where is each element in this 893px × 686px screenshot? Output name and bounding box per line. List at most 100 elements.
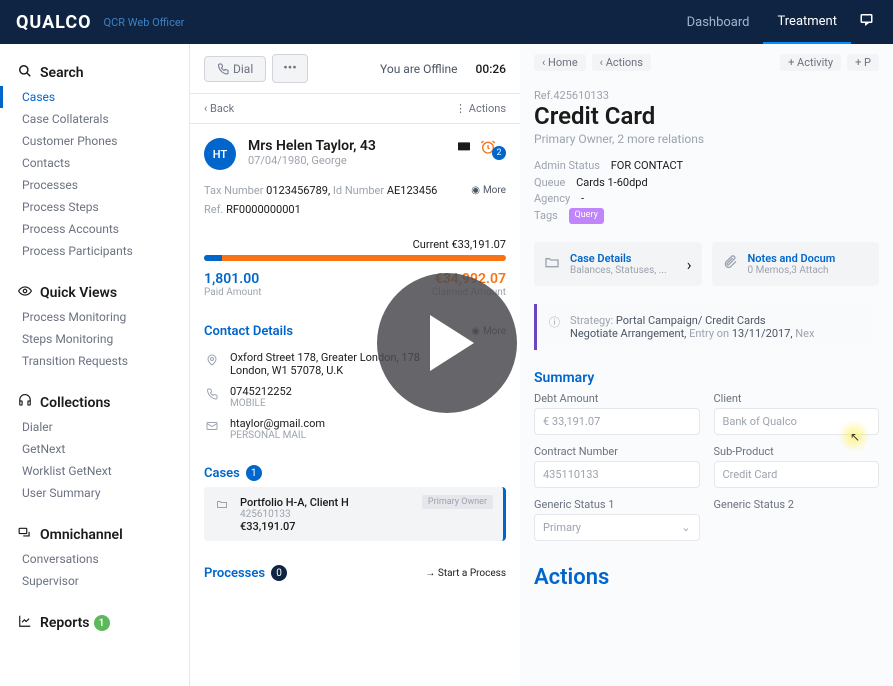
dial-button[interactable]: Dial xyxy=(204,56,266,82)
summary-title: Summary xyxy=(534,370,879,386)
more-options-button[interactable]: ••• xyxy=(272,54,308,83)
actions-menu[interactable]: ⋮ Actions xyxy=(455,102,506,115)
logo: QUALCO xyxy=(16,12,92,33)
phone-icon xyxy=(204,385,220,404)
app-name: QCR Web Officer xyxy=(104,16,185,29)
crumb-activity[interactable]: + Activity xyxy=(780,54,841,71)
info-icon: ⓘ xyxy=(549,314,560,330)
headset-icon xyxy=(18,394,40,412)
chat-bubbles-icon xyxy=(18,526,40,544)
crumb-home[interactable]: ‹ Home xyxy=(534,54,586,71)
paid-amount: 1,801.00 xyxy=(204,271,262,287)
sidebar-quickviews-heading: Quick Views xyxy=(0,280,189,306)
product-title: Credit Card xyxy=(520,102,893,130)
sidebar-omni-heading: Omnichannel xyxy=(0,522,189,548)
call-toolbar: Dial ••• You are Offline 00:26 xyxy=(190,44,520,94)
contact-title: Contact Details xyxy=(204,324,293,339)
start-process[interactable]: → Start a Process xyxy=(425,568,506,579)
sidebar-item-phones[interactable]: Customer Phones xyxy=(0,130,189,152)
folder-icon xyxy=(214,495,230,514)
progress-area: Current €33,191.07 1,801.00 Paid Amount … xyxy=(190,228,520,312)
app-header: QUALCO QCR Web Officer Dashboard Treatme… xyxy=(0,0,893,44)
chat-icon[interactable] xyxy=(859,11,877,33)
summary-section: Summary Debt Amount € 33,191.07 Client B… xyxy=(520,360,893,551)
cases-title: Cases xyxy=(204,466,240,481)
crumb-p[interactable]: + P xyxy=(847,54,879,71)
search-icon xyxy=(18,64,40,82)
sidebar-item-cases[interactable]: Cases xyxy=(0,86,189,108)
product-sub: Primary Owner, 2 more relations xyxy=(520,130,893,158)
back-button[interactable]: ‹ Back xyxy=(204,102,234,115)
sidebar-item-contacts[interactable]: Contacts xyxy=(0,152,189,174)
sidebar-collections-heading: Collections xyxy=(0,390,189,416)
breadcrumbs: ‹ Home ‹ Actions + Activity + P xyxy=(520,44,893,81)
sidebar-quickviews-section: Quick Views Process Monitoring Steps Mon… xyxy=(0,280,189,372)
alarm-icon[interactable]: 2 xyxy=(480,138,506,160)
actions-title: Actions xyxy=(520,551,893,590)
sidebar-item-collaterals[interactable]: Case Collaterals xyxy=(0,108,189,130)
sidebar-search-section: Search Cases Case Collaterals Customer P… xyxy=(0,60,189,262)
processes-title: Processes xyxy=(204,566,265,581)
more-button[interactable]: ◉ More xyxy=(471,185,506,196)
person-sub: 07/04/1980, George xyxy=(248,154,376,167)
sidebar-item-usersummary[interactable]: User Summary xyxy=(0,482,189,504)
folder-icon xyxy=(544,254,560,274)
sidebar-omni-section: Omnichannel Conversations Supervisor xyxy=(0,522,189,592)
person-name: Mrs Helen Taylor, 43 xyxy=(248,138,376,154)
sidebar-item-convs[interactable]: Conversations xyxy=(0,548,189,570)
sidebar-collections-section: Collections Dialer GetNext Worklist GetN… xyxy=(0,390,189,504)
sidebar-item-getnext[interactable]: GetNext xyxy=(0,438,189,460)
sidebar-item-procmon[interactable]: Process Monitoring xyxy=(0,306,189,328)
sidebar-search-heading: Search xyxy=(0,60,189,86)
eye-icon xyxy=(18,284,40,302)
mail-icon xyxy=(204,417,220,436)
case-details-card[interactable]: Case Details Balances, Statuses, ... › xyxy=(534,242,702,286)
person-header: HT Mrs Helen Taylor, 43 07/04/1980, Geor… xyxy=(190,124,520,184)
sidebar-item-participants[interactable]: Process Participants xyxy=(0,240,189,262)
contact-address: Oxford Street 178, Greater London, 178 L… xyxy=(190,347,520,381)
sidebar-item-steps[interactable]: Process Steps xyxy=(0,196,189,218)
sidebar-item-accounts[interactable]: Process Accounts xyxy=(0,218,189,240)
crumb-actions[interactable]: ‹ Actions xyxy=(592,54,651,71)
sidebar-item-transition[interactable]: Transition Requests xyxy=(0,350,189,372)
debt-field: € 33,191.07 xyxy=(534,408,700,435)
call-timer: 00:26 xyxy=(476,62,506,76)
paperclip-icon xyxy=(722,254,738,274)
contract-field: 435110133 xyxy=(534,461,700,488)
case-card[interactable]: Portfolio H-A, Client H Primary Owner 42… xyxy=(204,487,506,541)
sidebar-item-supervisor[interactable]: Supervisor xyxy=(0,570,189,592)
alarm-badge: 2 xyxy=(492,146,506,160)
contact-more[interactable]: ◉ More xyxy=(471,326,506,337)
meta-rows: Admin Status FOR CONTACT Queue Cards 1-6… xyxy=(520,158,893,234)
client-field: Bank of Qualco xyxy=(714,408,880,435)
processes-count: 0 xyxy=(271,565,287,581)
offline-status: You are Offline xyxy=(380,62,458,76)
message-icon[interactable] xyxy=(456,139,472,159)
right-column: ‹ Home ‹ Actions + Activity + P Ref.4256… xyxy=(520,44,893,686)
contact-phone: 0745212252 MOBILE xyxy=(190,381,520,413)
progress-fill xyxy=(204,255,222,261)
sidebar-item-processes[interactable]: Processes xyxy=(0,174,189,196)
sidebar-item-worklist[interactable]: Worklist GetNext xyxy=(0,460,189,482)
nav-dashboard[interactable]: Dashboard xyxy=(673,15,764,30)
sidebar-item-dialer[interactable]: Dialer xyxy=(0,416,189,438)
product-ref: Ref.425610133 xyxy=(520,81,893,102)
sidebar-reports[interactable]: Reports 1 xyxy=(0,610,189,636)
ids-row: Tax Number 0123456789, Id Number AE12345… xyxy=(190,184,520,203)
status1-field[interactable]: Primary⌄ xyxy=(534,514,700,541)
subproduct-field: Credit Card xyxy=(714,461,880,488)
nav-treatment[interactable]: Treatment xyxy=(763,0,851,44)
strategy-box: ⓘ Strategy: Portal Campaign/ Credit Card… xyxy=(534,304,879,350)
sidebar-item-stepsmon[interactable]: Steps Monitoring xyxy=(0,328,189,350)
notes-card[interactable]: Notes and Docum 0 Memos,3 Attach xyxy=(712,242,880,286)
pin-icon xyxy=(204,351,220,370)
progress-bar xyxy=(204,255,506,261)
chevron-right-icon: › xyxy=(687,255,692,274)
chevron-down-icon: ⌄ xyxy=(681,521,690,534)
contact-email: htaylor@gmail.com PERSONAL MAIL xyxy=(190,413,520,451)
sidebar: Search Cases Case Collaterals Customer P… xyxy=(0,44,190,686)
middle-column: Dial ••• You are Offline 00:26 ‹ Back ⋮ … xyxy=(190,44,520,686)
cases-count: 1 xyxy=(246,465,262,481)
reports-badge: 1 xyxy=(94,615,110,631)
chart-icon xyxy=(18,614,40,632)
